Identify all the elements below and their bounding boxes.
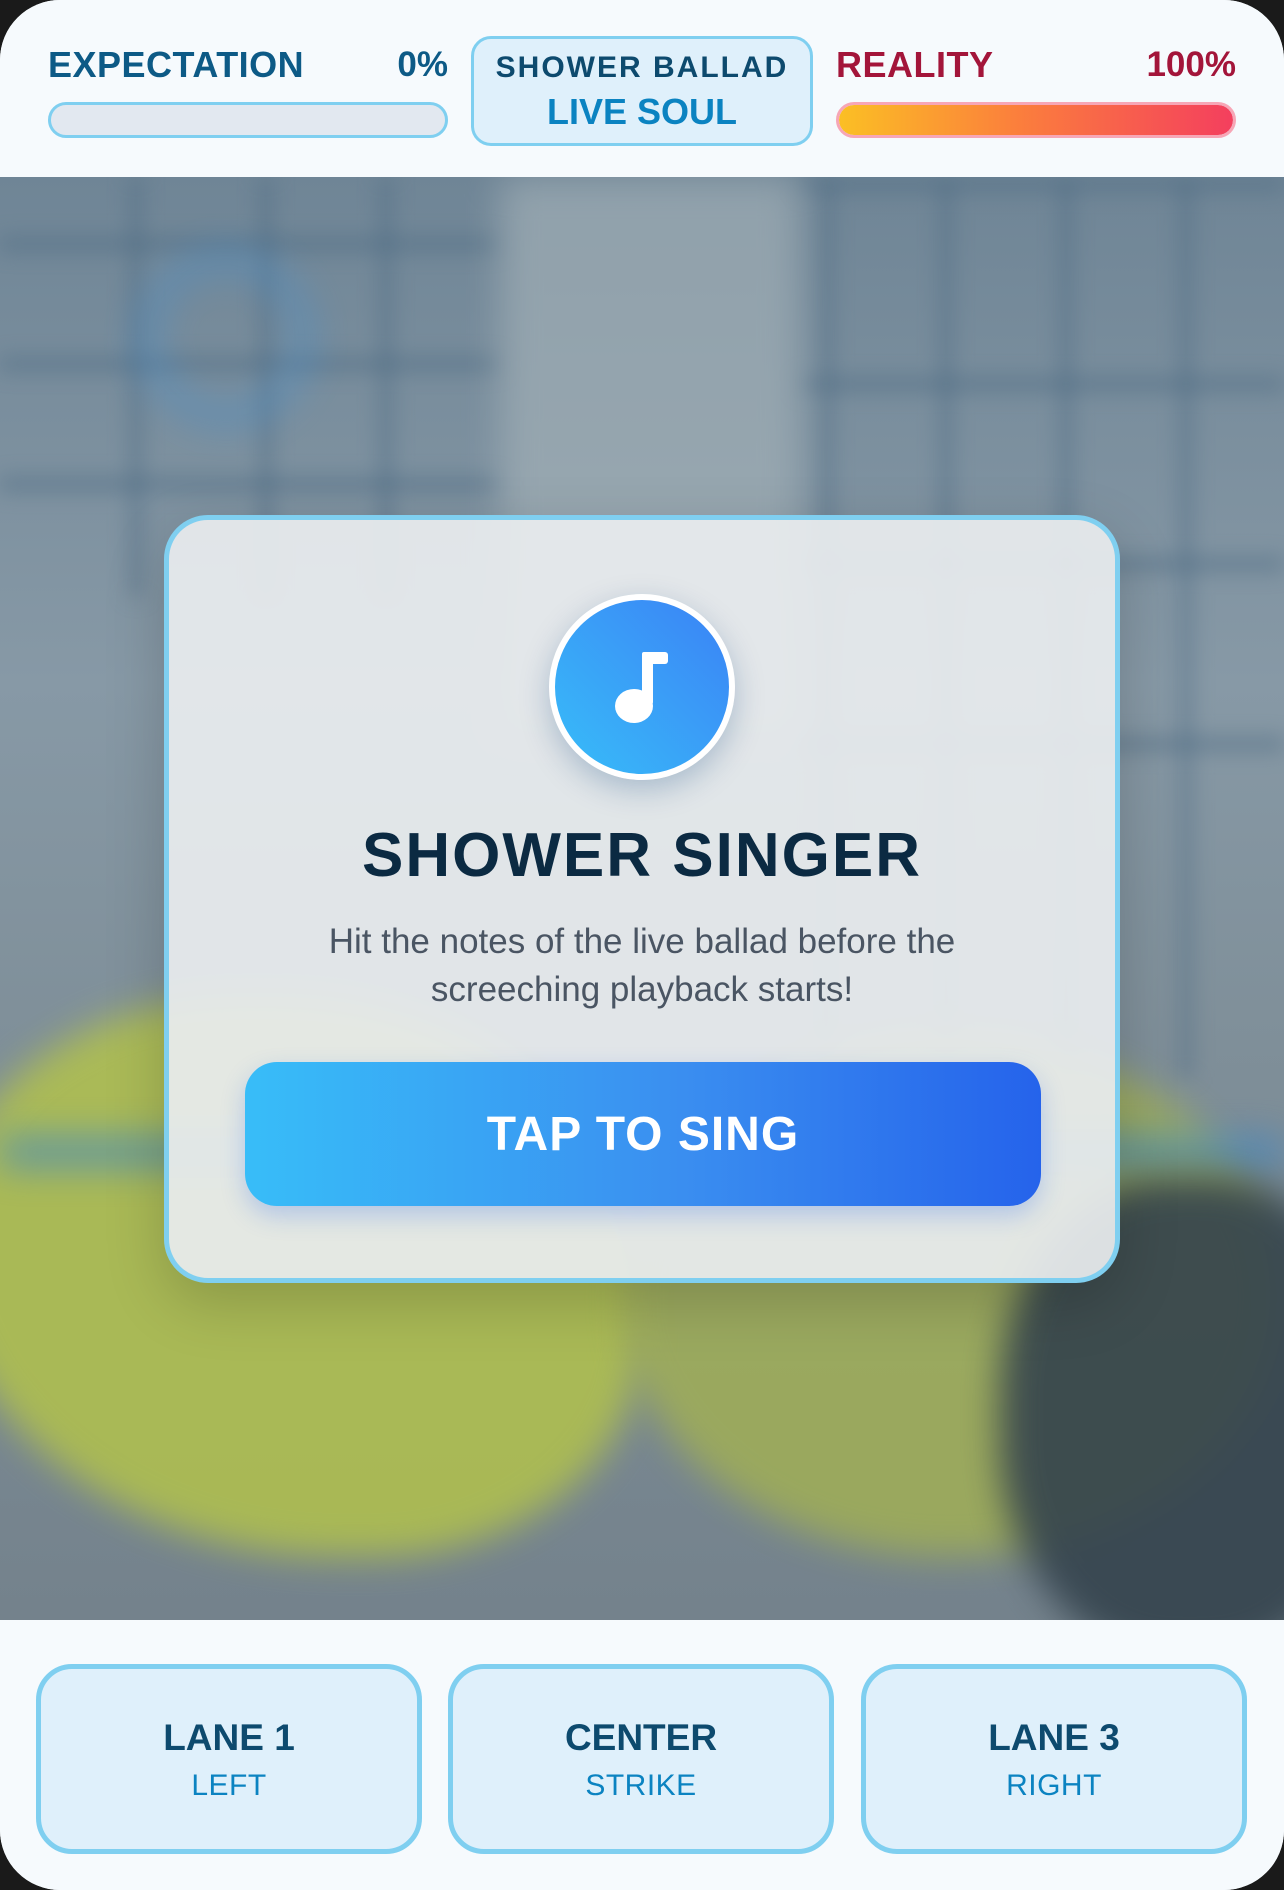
game-description: Hit the notes of the live ballad before … [328, 922, 956, 1009]
reality-bar-fill [839, 105, 1233, 135]
reality-label: REALITY [836, 44, 994, 85]
tap-to-sing-button[interactable]: TAP TO SING [245, 1062, 1041, 1206]
lane-1-sub: LEFT [191, 1769, 267, 1802]
hud-bar: EXPECTATION 0% SHOWER BALLAD LIVE SOUL R… [0, 0, 1284, 177]
lane-1-button[interactable]: LANE 1 LEFT [36, 1664, 422, 1854]
start-dialog: SHOWER SINGER Hit the notes of the live … [164, 515, 1120, 1283]
lane-3-sub: RIGHT [1006, 1769, 1102, 1802]
game-screen: EXPECTATION 0% SHOWER BALLAD LIVE SOUL R… [0, 0, 1284, 1890]
lane-1-title: LANE 1 [163, 1717, 295, 1758]
shower-head-blur [140, 252, 312, 424]
lane-3-title: LANE 3 [988, 1717, 1120, 1758]
shower-scene-background: SHOWER SINGER Hit the notes of the live … [0, 177, 1284, 1620]
music-note-glyph [615, 652, 668, 723]
expectation-meter: EXPECTATION 0% [48, 40, 448, 138]
lane-3-button[interactable]: LANE 3 RIGHT [861, 1664, 1247, 1854]
song-badge: SHOWER BALLAD LIVE SOUL [471, 36, 813, 146]
game-title: SHOWER SINGER [362, 821, 922, 890]
music-note-icon [549, 594, 735, 780]
reality-meter: REALITY 100% [836, 40, 1236, 138]
expectation-label: EXPECTATION [48, 44, 305, 85]
reality-bar [836, 102, 1236, 138]
lane-controls: LANE 1 LEFT CENTER STRIKE LANE 3 RIGHT [0, 1620, 1284, 1890]
song-title: SHOWER BALLAD [495, 51, 789, 84]
expectation-percent: 0% [397, 45, 448, 84]
expectation-bar [48, 102, 448, 138]
center-strike-button[interactable]: CENTER STRIKE [448, 1664, 834, 1854]
reality-percent: 100% [1146, 45, 1236, 84]
center-title: CENTER [564, 1717, 718, 1758]
center-sub: STRIKE [585, 1769, 697, 1802]
song-subtitle: LIVE SOUL [546, 91, 738, 132]
